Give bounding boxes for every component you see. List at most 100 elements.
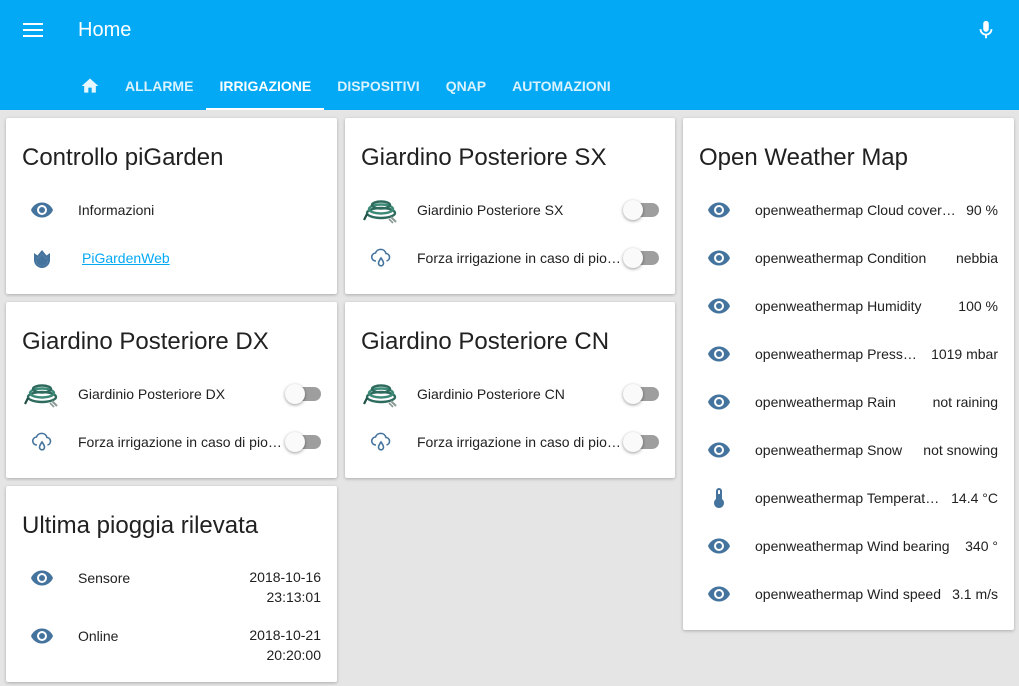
card-title: Giardino Posteriore SX: [361, 144, 607, 171]
card-controllo-pigarden: Controllo piGarden Informazioni PiGarden…: [6, 118, 337, 294]
entity-label: openweathermap Humidity: [755, 298, 922, 314]
pigardenweb-link[interactable]: PiGardenWeb: [82, 250, 170, 266]
rain-cloud-icon: [361, 238, 401, 278]
card-title: Giardino Posteriore DX: [22, 328, 269, 355]
entity-row-pigardenweb[interactable]: PiGardenWeb: [22, 238, 321, 278]
entity-row-zone-sx: Giardinio Posteriore SX: [361, 190, 659, 230]
entity-value: 3.1 m/s: [952, 586, 998, 602]
entity-row-wind-speed[interactable]: openweathermap Wind speed 3.1 m/s: [699, 574, 998, 614]
card-title: Controllo piGarden: [22, 144, 224, 171]
entity-label: openweathermap Wind bearing: [755, 538, 950, 554]
entity-value: 2018-10-21 20:20:00: [249, 625, 321, 665]
entity-value: 100 %: [958, 298, 998, 314]
entity-label: Informazioni: [78, 202, 155, 218]
entity-label: openweathermap Condition: [755, 250, 927, 266]
tab-irrigazione[interactable]: IRRIGAZIONE: [206, 62, 325, 110]
entity-row-humidity[interactable]: openweathermap Humidity 100 %: [699, 286, 998, 326]
eye-icon: [699, 430, 739, 470]
tulip-icon: [22, 238, 62, 278]
entity-row-pressure[interactable]: openweathermap Pressure 1019 mbar: [699, 334, 998, 374]
toggle-switch[interactable]: [623, 200, 659, 220]
card-ultima-pioggia: Ultima pioggia rilevata Sensore 2018-10-…: [6, 486, 337, 682]
garden-hose-icon: [361, 374, 401, 414]
card-title: Giardino Posteriore CN: [361, 328, 610, 355]
garden-hose-icon: [22, 374, 62, 414]
home-icon: [81, 78, 99, 93]
tab-allarme[interactable]: ALLARME: [112, 62, 206, 110]
entity-value: 2018-10-16 23:13:01: [249, 567, 321, 607]
toggle-switch[interactable]: [285, 384, 321, 404]
garden-hose-icon: [361, 190, 401, 230]
microphone-icon[interactable]: [975, 18, 997, 42]
entity-row-cloud-coverage[interactable]: openweathermap Cloud coverage 90 %: [699, 190, 998, 230]
entity-row-condition[interactable]: openweathermap Condition nebbia: [699, 238, 998, 278]
entity-row-zone-dx: Giardinio Posteriore DX: [22, 374, 321, 414]
entity-row-forza-sx: Forza irrigazione in caso di pioggia: [361, 238, 659, 278]
entity-row-forza-cn: Forza irrigazione in caso di pioggia: [361, 422, 659, 462]
entity-value: 14.4 °C: [951, 490, 998, 506]
entity-value: nebbia: [955, 250, 998, 266]
entity-label: Giardinio Posteriore SX: [417, 202, 564, 218]
card-title: Open Weather Map: [699, 144, 909, 171]
toggle-switch[interactable]: [623, 248, 659, 268]
rain-cloud-icon: [361, 422, 401, 462]
eye-icon: [22, 190, 62, 230]
eye-icon: [699, 286, 739, 326]
rain-cloud-icon: [22, 422, 62, 462]
entity-row-snow[interactable]: openweathermap Snow not snowing: [699, 430, 998, 470]
eye-icon: [22, 558, 62, 598]
entity-row-zone-cn: Giardinio Posteriore CN: [361, 374, 659, 414]
entity-label: openweathermap Cloud coverage: [755, 202, 959, 218]
entity-value: not raining: [932, 394, 998, 410]
tab-dispositivi[interactable]: DISPOSITIVI: [324, 62, 432, 110]
toggle-switch[interactable]: [285, 432, 321, 452]
eye-icon: [699, 574, 739, 614]
card-giardino-cn: Giardino Posteriore CN Giardinio Posteri…: [345, 302, 675, 478]
card-title: Ultima pioggia rilevata: [22, 512, 259, 539]
entity-value: 90 %: [966, 202, 998, 218]
eye-icon: [699, 526, 739, 566]
entity-label: openweathermap Wind speed: [755, 586, 942, 602]
thermometer-icon: [699, 478, 739, 518]
entity-row-online[interactable]: Online 2018-10-21 20:20:00: [22, 625, 321, 683]
entity-row-forza-dx: Forza irrigazione in caso di pioggia: [22, 422, 321, 462]
menu-icon[interactable]: [22, 19, 46, 41]
entity-row-rain[interactable]: openweathermap Rain not raining: [699, 382, 998, 422]
entity-label: Forza irrigazione in caso di pioggia: [417, 434, 623, 450]
view-tabs: ALLARME IRRIGAZIONE DISPOSITIVI QNAP AUT…: [68, 62, 624, 110]
toggle-switch[interactable]: [623, 384, 659, 404]
app-header: Home ALLARME IRRIGAZIONE DISPOSITIVI QNA…: [0, 0, 1019, 110]
eye-icon: [699, 382, 739, 422]
entity-label: Forza irrigazione in caso di pioggia: [78, 434, 285, 450]
entity-row-informazioni[interactable]: Informazioni: [22, 190, 321, 230]
entity-row-wind-bearing[interactable]: openweathermap Wind bearing 340 °: [699, 526, 998, 566]
entity-label: openweathermap Temperature: [755, 490, 944, 506]
card-giardino-sx: Giardino Posteriore SX Giardinio Posteri…: [345, 118, 675, 294]
eye-icon: [699, 334, 739, 374]
entity-label: Giardinio Posteriore DX: [78, 386, 226, 402]
toggle-switch[interactable]: [623, 432, 659, 452]
page-title: Home: [78, 19, 132, 41]
entity-label: Sensore: [78, 570, 131, 586]
entity-label: openweathermap Rain: [755, 394, 896, 410]
entity-value: 1019 mbar: [931, 346, 998, 362]
card-open-weather-map: Open Weather Map openweathermap Cloud co…: [683, 118, 1014, 630]
tab-automazioni[interactable]: AUTOMAZIONI: [499, 62, 624, 110]
entity-label: Online: [78, 628, 119, 644]
eye-icon: [699, 190, 739, 230]
value-time: 20:20:00: [266, 647, 322, 663]
entity-label: Forza irrigazione in caso di pioggia: [417, 250, 623, 266]
entity-label: openweathermap Pressure: [755, 346, 924, 362]
value-date: 2018-10-21: [249, 627, 321, 643]
entity-value: not snowing: [923, 442, 998, 458]
entity-row-temperature[interactable]: openweathermap Temperature 14.4 °C: [699, 478, 998, 518]
card-giardino-dx: Giardino Posteriore DX Giardinio Posteri…: [6, 302, 337, 478]
tab-qnap[interactable]: QNAP: [433, 62, 499, 110]
entity-value: 340 °: [965, 538, 998, 554]
entity-label: openweathermap Snow: [755, 442, 903, 458]
entity-label: Giardinio Posteriore CN: [417, 386, 565, 402]
value-time: 23:13:01: [266, 589, 322, 605]
eye-icon: [22, 616, 62, 656]
tab-home[interactable]: [68, 62, 112, 110]
value-date: 2018-10-16: [249, 569, 321, 585]
